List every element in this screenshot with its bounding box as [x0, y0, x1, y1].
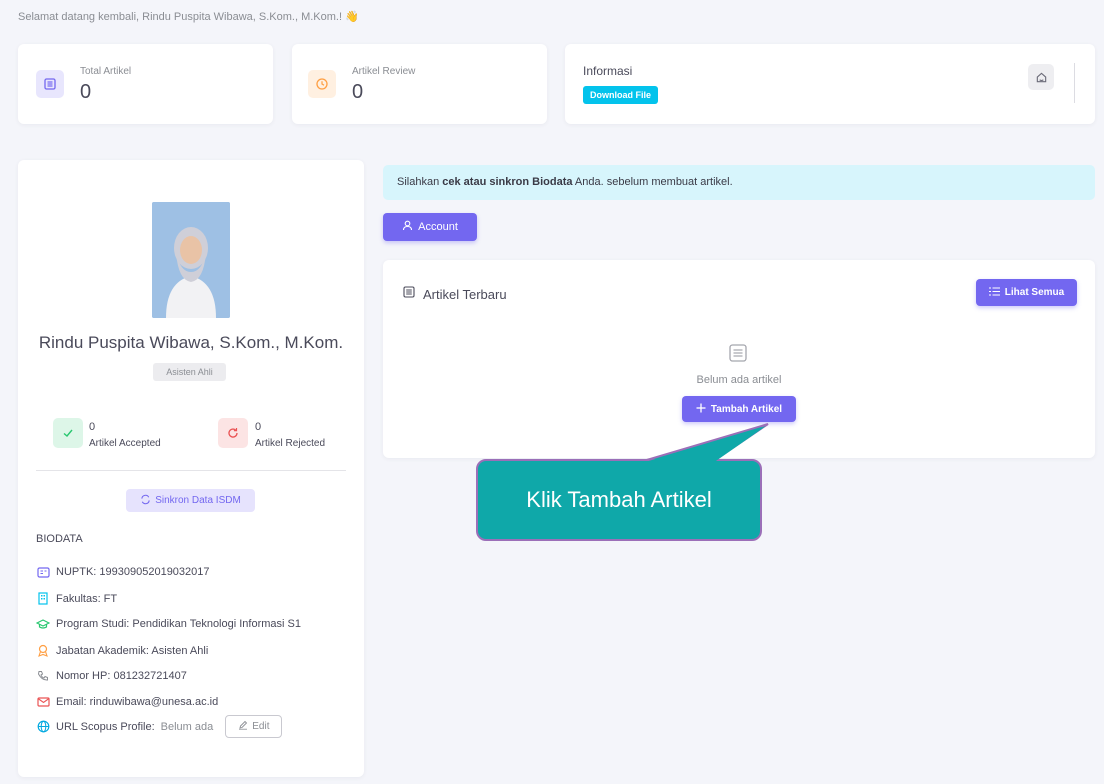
callout-pointer-join: [642, 426, 766, 463]
